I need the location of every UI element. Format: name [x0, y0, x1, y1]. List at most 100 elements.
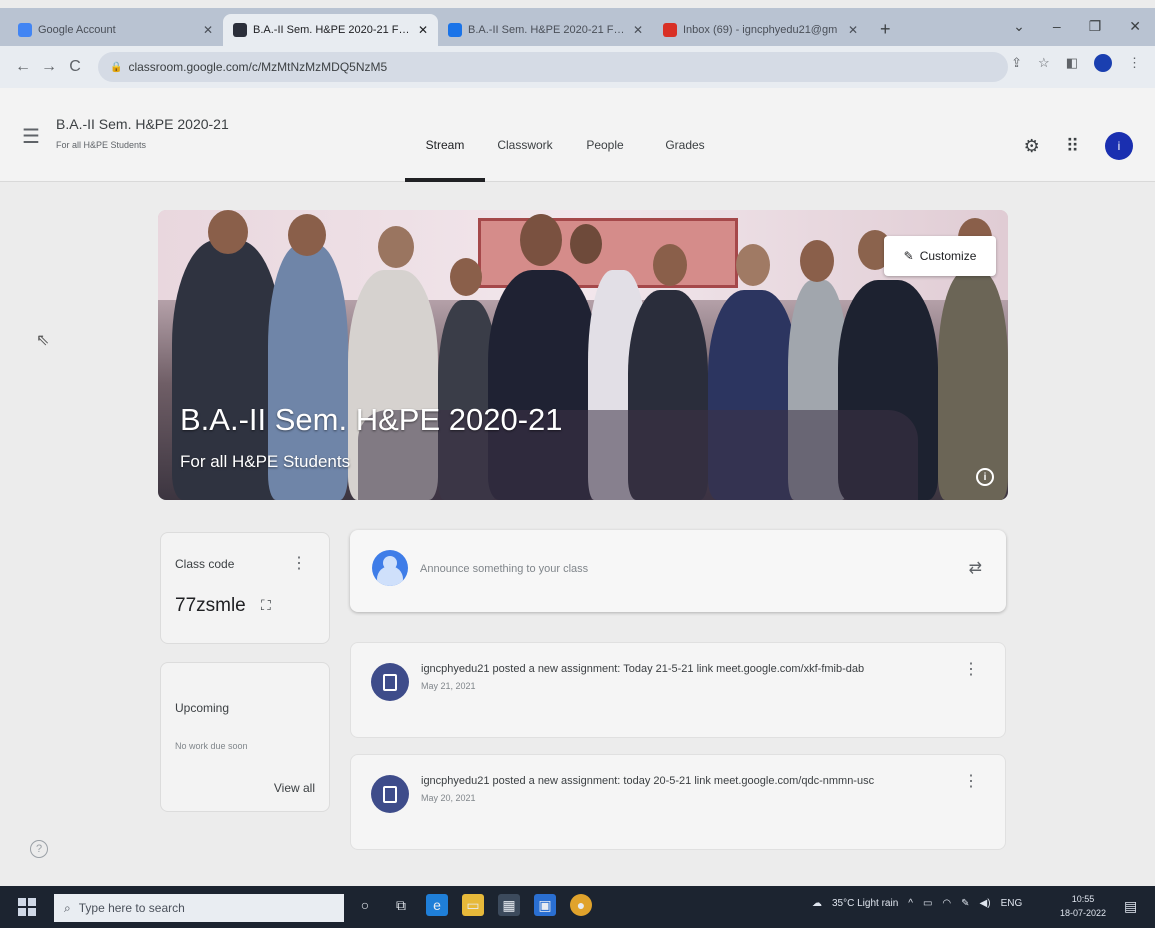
post-text: igncphyedu21 posted a new assignment: To… [421, 663, 865, 675]
windows-start-icon[interactable] [18, 898, 36, 916]
screen: Google Account ✕ B.A.-II Sem. H&PE 2020-… [0, 0, 1155, 928]
share-icon[interactable]: ⇪ [1011, 55, 1022, 71]
gear-icon[interactable]: ⚙ [1024, 136, 1040, 157]
browser-tab[interactable]: Google Account ✕ [8, 14, 223, 46]
fullscreen-icon[interactable]: ⛶ [261, 597, 271, 614]
tab-title: B.A.-II Sem. H&PE 2020-21 For al [253, 24, 412, 36]
weather-text[interactable]: 35°C Light rain [832, 898, 898, 909]
banner-photo-figure [938, 270, 1008, 500]
edge-icon[interactable]: e [426, 894, 448, 916]
close-tab-icon[interactable]: ✕ [848, 23, 858, 37]
calculator-icon[interactable]: ▦ [498, 894, 520, 916]
post-date: May 20, 2021 [421, 793, 476, 803]
class-nav-tabs: Stream Classwork People Grades [405, 132, 725, 182]
window-controls: ⌄ – ❐ ✕ [1013, 18, 1141, 35]
close-tab-icon[interactable]: ✕ [203, 23, 213, 37]
more-vert-icon[interactable]: ⋮ [963, 659, 979, 679]
stream-post[interactable]: igncphyedu21 posted a new assignment: to… [350, 754, 1006, 850]
class-code-label: Class code [175, 557, 235, 571]
tab-stream[interactable]: Stream [405, 132, 485, 182]
class-title[interactable]: B.A.-II Sem. H&PE 2020-21 [56, 116, 229, 132]
sidepanel-icon[interactable]: ◧ [1066, 55, 1078, 71]
close-tab-icon[interactable]: ✕ [633, 23, 643, 37]
forward-icon[interactable]: → [36, 58, 62, 76]
banner-photo-figure [800, 240, 834, 282]
more-vert-icon[interactable]: ⋮ [291, 553, 307, 573]
view-all-link[interactable]: View all [274, 781, 315, 795]
language-indicator[interactable]: ENG [1001, 898, 1023, 909]
banner-subtitle: For all H&PE Students [180, 452, 351, 471]
classroom-favicon-icon [448, 23, 462, 37]
system-tray: ☁ 35°C Light rain ^ ▭ ◠ ✎ ◀) ENG [812, 898, 1022, 909]
stream-post[interactable]: igncphyedu21 posted a new assignment: To… [350, 642, 1006, 738]
taskbar-apps: ○ ⧉ e ▭ ▦ ▣ ● [354, 894, 592, 916]
minimize-icon[interactable]: – [1053, 18, 1061, 35]
browser-tab[interactable]: Inbox (69) - igncphyedu21@gm ✕ [653, 14, 868, 46]
chevron-up-icon[interactable]: ^ [908, 898, 913, 909]
clock-date: 18-07-2022 [1060, 908, 1107, 918]
kebab-menu-icon[interactable]: ⋮ [1128, 55, 1141, 71]
tab-grades[interactable]: Grades [645, 132, 725, 182]
weather-icon[interactable]: ☁ [812, 898, 822, 909]
banner-photo-figure [450, 258, 482, 296]
announce-placeholder[interactable]: Announce something to your class [420, 563, 588, 575]
network-icon[interactable]: ◠ [942, 898, 951, 909]
tab-people[interactable]: People [565, 132, 645, 182]
close-tab-icon[interactable]: ✕ [418, 23, 428, 37]
close-window-icon[interactable]: ✕ [1129, 18, 1141, 35]
upcoming-label: Upcoming [175, 701, 230, 715]
classroom-favicon-icon [233, 23, 247, 37]
customize-label: Customize [919, 249, 977, 263]
announce-box[interactable]: Announce something to your class ⇄ [350, 530, 1006, 612]
file-explorer-icon[interactable]: ▭ [462, 894, 484, 916]
task-view-icon[interactable]: ⧉ [390, 894, 412, 916]
help-icon[interactable]: ? [30, 840, 48, 858]
browser-tab[interactable]: B.A.-II Sem. H&PE 2020-21 For a ✕ [438, 14, 653, 46]
profile-icon[interactable] [1094, 54, 1112, 72]
repost-icon[interactable]: ⇄ [969, 558, 982, 578]
back-icon[interactable]: ← [10, 58, 36, 76]
volume-icon[interactable]: ◀) [980, 898, 991, 909]
browser-toolbar: ← → C 🔒 classroom.google.com/c/MzMtNzMzM… [0, 46, 1155, 88]
post-text: igncphyedu21 posted a new assignment: to… [421, 775, 875, 787]
more-vert-icon[interactable]: ⋮ [963, 771, 979, 791]
banner-photo-figure [736, 244, 770, 286]
user-avatar [372, 550, 408, 586]
apps-grid-icon[interactable]: ⠿ [1066, 136, 1079, 157]
class-subtitle: For all H&PE Students [56, 140, 147, 150]
chrome-icon[interactable]: ● [570, 894, 592, 916]
star-icon[interactable]: ☆ [1038, 55, 1050, 71]
customize-button[interactable]: ✎ Customize [884, 236, 996, 276]
browser-tab-active[interactable]: B.A.-II Sem. H&PE 2020-21 For al ✕ [223, 14, 438, 46]
battery-icon[interactable]: ▭ [923, 898, 932, 909]
tab-classwork[interactable]: Classwork [485, 132, 565, 182]
chevron-down-icon[interactable]: ⌄ [1013, 18, 1025, 35]
maximize-icon[interactable]: ❐ [1089, 18, 1102, 35]
menu-icon[interactable]: ☰ [22, 124, 40, 149]
cortana-icon[interactable]: ○ [354, 894, 376, 916]
store-icon[interactable]: ▣ [534, 894, 556, 916]
windows-taskbar: ⌕ Type here to search ○ ⧉ e ▭ ▦ ▣ ● ☁ 35… [0, 886, 1155, 928]
tab-title: Inbox (69) - igncphyedu21@gm [683, 24, 838, 36]
taskbar-search[interactable]: ⌕ Type here to search [54, 894, 344, 922]
address-bar[interactable]: 🔒 classroom.google.com/c/MzMtNzMzMDQ5NzM… [98, 52, 1008, 82]
toolbar-actions: ⇪ ☆ ◧ ⋮ [1011, 54, 1141, 72]
url-text: classroom.google.com/c/MzMtNzMzMDQ5NzM5 [128, 60, 388, 74]
notifications-icon[interactable]: ▤ [1124, 898, 1137, 915]
pen-icon[interactable]: ✎ [961, 898, 969, 909]
assignment-icon [371, 775, 409, 813]
info-icon[interactable]: i [976, 468, 994, 486]
clock-time: 10:55 [1071, 894, 1095, 904]
class-code-card: Class code ⋮ 77zsmle ⛶ [160, 532, 330, 644]
post-date: May 21, 2021 [421, 681, 476, 691]
tab-title: Google Account [38, 24, 116, 36]
new-tab-button[interactable]: + [880, 19, 891, 40]
google-favicon-icon [18, 23, 32, 37]
gmail-favicon-icon [663, 23, 677, 37]
upcoming-card: Upcoming No work due soon View all [160, 662, 330, 812]
banner-photo-figure [520, 214, 562, 266]
taskbar-clock[interactable]: 10:55 18-07-2022 [1060, 892, 1106, 920]
reload-icon[interactable]: C [62, 58, 88, 76]
account-avatar[interactable]: i [1105, 132, 1133, 160]
class-banner: B.A.-II Sem. H&PE 2020-21 For all H&PE S… [158, 210, 1008, 500]
